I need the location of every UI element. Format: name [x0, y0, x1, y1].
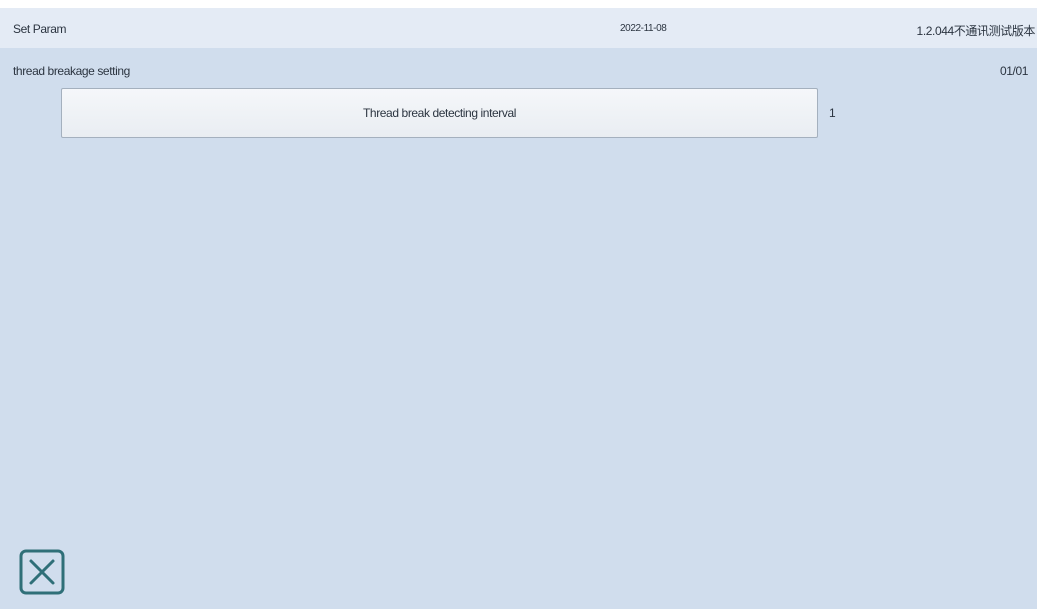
top-bar: Set Param 2022-11-08 1.2.044不通讯测试版本 — [0, 8, 1037, 48]
close-button[interactable] — [18, 548, 66, 596]
param-label: Thread break detecting interval — [362, 106, 517, 120]
page-indicator: 01/01 — [999, 64, 1028, 78]
param-row: Thread break detecting interval 1 — [61, 88, 861, 139]
page-title: Set Param — [13, 22, 67, 36]
app-screen: Set Param 2022-11-08 1.2.044不通讯测试版本 thre… — [0, 8, 1037, 609]
section-title: thread breakage setting — [13, 64, 130, 78]
close-icon — [19, 549, 65, 595]
date-display: 2022-11-08 — [620, 23, 667, 34]
param-value: 1 — [829, 106, 836, 120]
version-label: 1.2.044不通讯测试版本 — [916, 24, 1036, 38]
thread-break-interval-button[interactable]: Thread break detecting interval — [61, 88, 818, 138]
section-header: thread breakage setting 01/01 — [0, 48, 1037, 88]
